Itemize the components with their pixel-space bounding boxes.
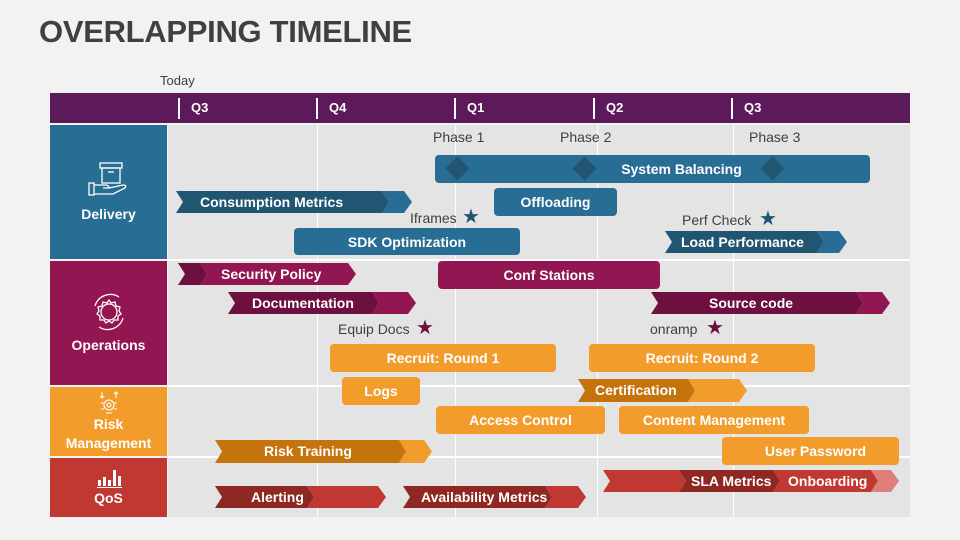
iframes-star-icon: ★ [462,206,480,228]
task-sla-metrics-onboarding[interactable]: SLA Metrics Onboarding [603,470,899,492]
task-conf-stations[interactable]: Conf Stations [438,261,660,289]
task-load-performance[interactable]: Load Performance [665,231,847,253]
today-marker-label: Today [160,73,195,88]
category-qos: QoS [50,458,167,517]
task-content-management[interactable]: Content Management [619,406,809,434]
perf-check-star-icon: ★ [759,208,777,230]
phase-1-label: Phase 1 [433,129,485,145]
grid-line [455,125,456,517]
task-alerting[interactable]: Alerting [215,486,386,508]
category-operations: Operations [50,261,167,385]
phase-2-label: Phase 2 [560,129,612,145]
task-system-balancing[interactable]: System Balancing [435,155,870,183]
onramp-label: onramp [650,321,698,337]
task-sla-metrics: SLA Metrics [691,473,772,489]
perf-check-label: Perf Check [682,212,752,228]
task-onboarding: Onboarding [788,473,868,489]
task-logs[interactable]: Logs [342,377,420,405]
category-label: Delivery [81,205,136,222]
task-user-password[interactable]: User Password [722,437,899,465]
phase-3-label: Phase 3 [749,129,801,145]
category-delivery: Delivery [50,125,167,259]
task-sdk-optimization[interactable]: SDK Optimization [294,228,520,255]
iframes-label: Iframes [410,210,457,226]
category-label: QoS [94,489,123,506]
category-label: Risk Management [65,415,152,451]
task-certification[interactable]: Certification [578,379,747,402]
grid-line [597,125,598,517]
category-label: Operations [71,336,146,353]
task-documentation[interactable]: Documentation [228,292,416,314]
task-source-code[interactable]: Source code [651,292,890,314]
task-access-control[interactable]: Access Control [436,406,605,434]
row-divider [168,385,910,387]
bar-chart-icon [96,469,122,488]
task-risk-training[interactable]: Risk Training [215,440,432,463]
task-availability-metrics[interactable]: Availability Metrics [403,486,586,508]
hand-box-icon [87,161,126,196]
onramp-star-icon: ★ [706,317,724,339]
task-consumption-metrics[interactable]: Consumption Metrics [176,191,412,213]
task-recruit-round-2[interactable]: Recruit: Round 2 [589,344,815,372]
task-offloading[interactable]: Offloading [494,188,617,216]
equip-docs-star-icon: ★ [416,317,434,339]
task-security-policy[interactable]: Security Policy [178,263,356,285]
page-title: OVERLAPPING TIMELINE [39,14,412,49]
risk-gear-icon [99,390,118,414]
quarter-header: Q3 Q4 Q1 Q2 Q3 [50,93,910,123]
category-risk-management: Risk Management [50,387,167,456]
equip-docs-label: Equip Docs [338,321,410,337]
gear-cycle-icon [93,293,124,330]
task-recruit-round-1[interactable]: Recruit: Round 1 [330,344,556,372]
